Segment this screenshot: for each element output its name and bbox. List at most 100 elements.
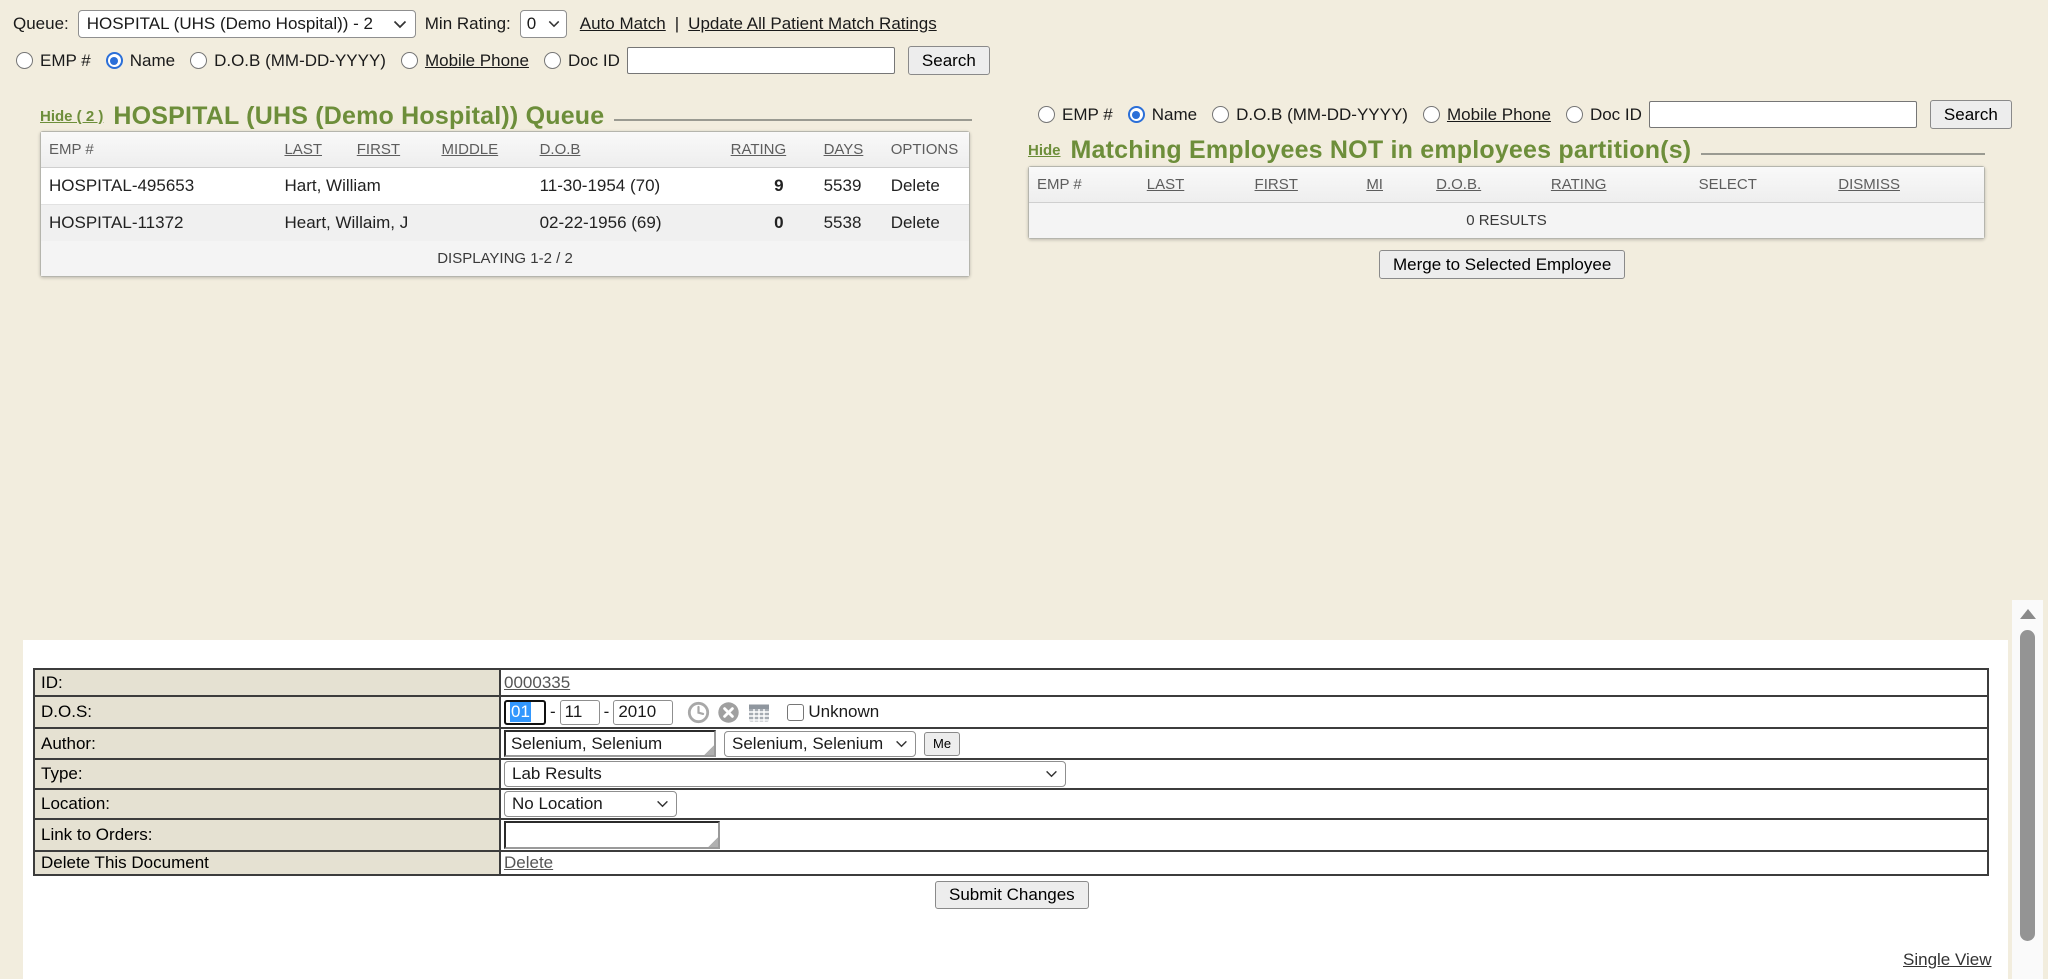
col-last[interactable]: LAST [276,132,348,168]
location-select[interactable]: No Location [504,791,677,817]
delete-document-label: Delete This Document [34,851,500,875]
radio-dob[interactable] [1212,106,1229,123]
queue-row-2[interactable]: HOSPITAL-11372 Heart, Willaim, J 02-22-1… [41,204,969,241]
author-select-value: Selenium, Selenium [732,734,883,754]
type-select[interactable]: Lab Results [504,761,1066,787]
search-input[interactable] [1649,101,1917,128]
matching-section-header: Hide Matching Employees NOT in employees… [1028,136,1985,165]
col-middle[interactable]: MIDDLE [433,132,531,168]
row-delete-link[interactable]: Delete [883,168,969,204]
submit-changes-button[interactable]: Submit Changes [935,881,1089,909]
dos-separator: - [604,702,610,722]
radio-name[interactable] [106,52,123,69]
queue-hide-link[interactable]: Hide ( 2 ) [40,108,103,125]
document-id-link[interactable]: 0000335 [504,673,570,692]
min-rating-select[interactable]: 0 [520,10,567,38]
cell-rating: 0 [723,204,816,241]
col-select: SELECT [1691,167,1831,203]
dos-unknown-label: Unknown [808,702,879,722]
queue-toolbar: Queue: HOSPITAL (UHS (Demo Hospital)) - … [13,10,937,38]
radio-name-label: Name [130,51,175,71]
col-rating[interactable]: RATING [723,132,816,168]
row-delete-link[interactable]: Delete [883,204,969,241]
right-search-bar: EMP # Name D.O.B (MM-DD-YYYY) Mobile Pho… [1038,100,2012,129]
matching-section-title: Matching Employees NOT in employees part… [1071,136,1692,165]
author-select[interactable]: Selenium, Selenium [724,731,916,757]
radio-mobile-label[interactable]: Mobile Phone [1447,105,1551,125]
merge-button[interactable]: Merge to Selected Employee [1379,250,1625,279]
scrollbar-thumb[interactable] [2020,630,2035,941]
me-button[interactable]: Me [924,732,960,756]
resize-grip-icon[interactable] [703,744,714,755]
id-row: ID: 0000335 [34,669,1988,696]
location-select-value: No Location [512,794,603,814]
col-rating[interactable]: RATING [1543,167,1691,203]
radio-dob[interactable] [190,52,207,69]
legend-rule [1701,153,1985,155]
delete-document-link[interactable]: Delete [504,853,553,872]
queue-table-header-row: EMP # LAST FIRST MIDDLE D.O.B RATING DAY… [41,132,969,168]
queue-section-title: HOSPITAL (UHS (Demo Hospital)) Queue [113,102,604,131]
radio-mobile[interactable] [1423,106,1440,123]
cell-rating: 9 [723,168,816,204]
radio-mobile[interactable] [401,52,418,69]
radio-emp[interactable] [16,52,33,69]
dos-unknown-checkbox[interactable] [787,704,804,721]
queue-row-1[interactable]: HOSPITAL-495653 Hart, William 11-30-1954… [41,168,969,204]
vertical-scrollbar[interactable] [2012,600,2043,979]
author-input[interactable]: Selenium, Selenium [504,730,716,757]
col-dob[interactable]: D.O.B [532,132,723,168]
resize-grip-icon[interactable] [707,836,718,847]
legend-rule [614,119,972,121]
col-dob[interactable]: D.O.B. [1428,167,1543,203]
col-dismiss[interactable]: DISMISS [1830,167,1984,203]
radio-name-label: Name [1152,105,1197,125]
chevron-down-icon [895,740,908,748]
radio-docid-label: Doc ID [568,51,620,71]
author-row: Author: Selenium, Selenium Selenium, Sel… [34,728,1988,759]
toolbar-separator: | [675,14,679,34]
auto-match-link[interactable]: Auto Match [580,14,666,34]
search-input[interactable] [627,47,895,74]
matching-table-header-row: EMP # LAST FIRST MI D.O.B. RATING SELECT… [1029,167,1984,203]
matching-hide-link[interactable]: Hide [1028,142,1061,159]
scrollbar-up-icon[interactable] [2020,609,2036,619]
cell-emp: HOSPITAL-495653 [41,168,276,204]
search-button[interactable]: Search [1930,100,2012,129]
col-mi[interactable]: MI [1358,167,1428,203]
queue-section-header: Hide ( 2 ) HOSPITAL (UHS (Demo Hospital)… [40,102,972,131]
calendar-icon[interactable] [747,701,771,724]
chevron-down-icon [393,20,407,29]
col-options: OPTIONS [883,132,969,168]
location-label: Location: [34,789,500,819]
link-orders-textarea[interactable] [504,821,720,849]
radio-emp[interactable] [1038,106,1055,123]
dos-day-input[interactable]: 11 [560,700,600,725]
radio-mobile-label[interactable]: Mobile Phone [425,51,529,71]
cell-days: 5538 [816,204,883,241]
col-first[interactable]: FIRST [1247,167,1359,203]
cell-name: Heart, Willaim, J [276,204,531,241]
clock-icon[interactable] [687,701,710,724]
dos-separator: - [550,702,556,722]
update-ratings-link[interactable]: Update All Patient Match Ratings [688,14,937,34]
single-view-link[interactable]: Single View [1903,950,1992,970]
col-first[interactable]: FIRST [349,132,434,168]
results-count: 0 RESULTS [1029,203,1984,238]
col-last[interactable]: LAST [1139,167,1247,203]
queue-label: Queue: [13,14,69,34]
col-emp: EMP # [41,132,276,168]
search-button[interactable]: Search [908,46,990,75]
paging-status: DISPLAYING 1-2 / 2 [41,241,969,276]
min-rating-value: 0 [527,14,536,34]
radio-docid[interactable] [544,52,561,69]
clear-date-icon[interactable] [717,701,740,724]
cell-dob: 11-30-1954 (70) [532,168,723,204]
col-days[interactable]: DAYS [816,132,883,168]
radio-docid[interactable] [1566,106,1583,123]
queue-select[interactable]: HOSPITAL (UHS (Demo Hospital)) - 2 [78,10,416,38]
dos-year-input[interactable]: 2010 [613,700,673,725]
dos-month-input[interactable]: 01 [504,700,546,725]
radio-name[interactable] [1128,106,1145,123]
chevron-down-icon [1045,770,1058,778]
